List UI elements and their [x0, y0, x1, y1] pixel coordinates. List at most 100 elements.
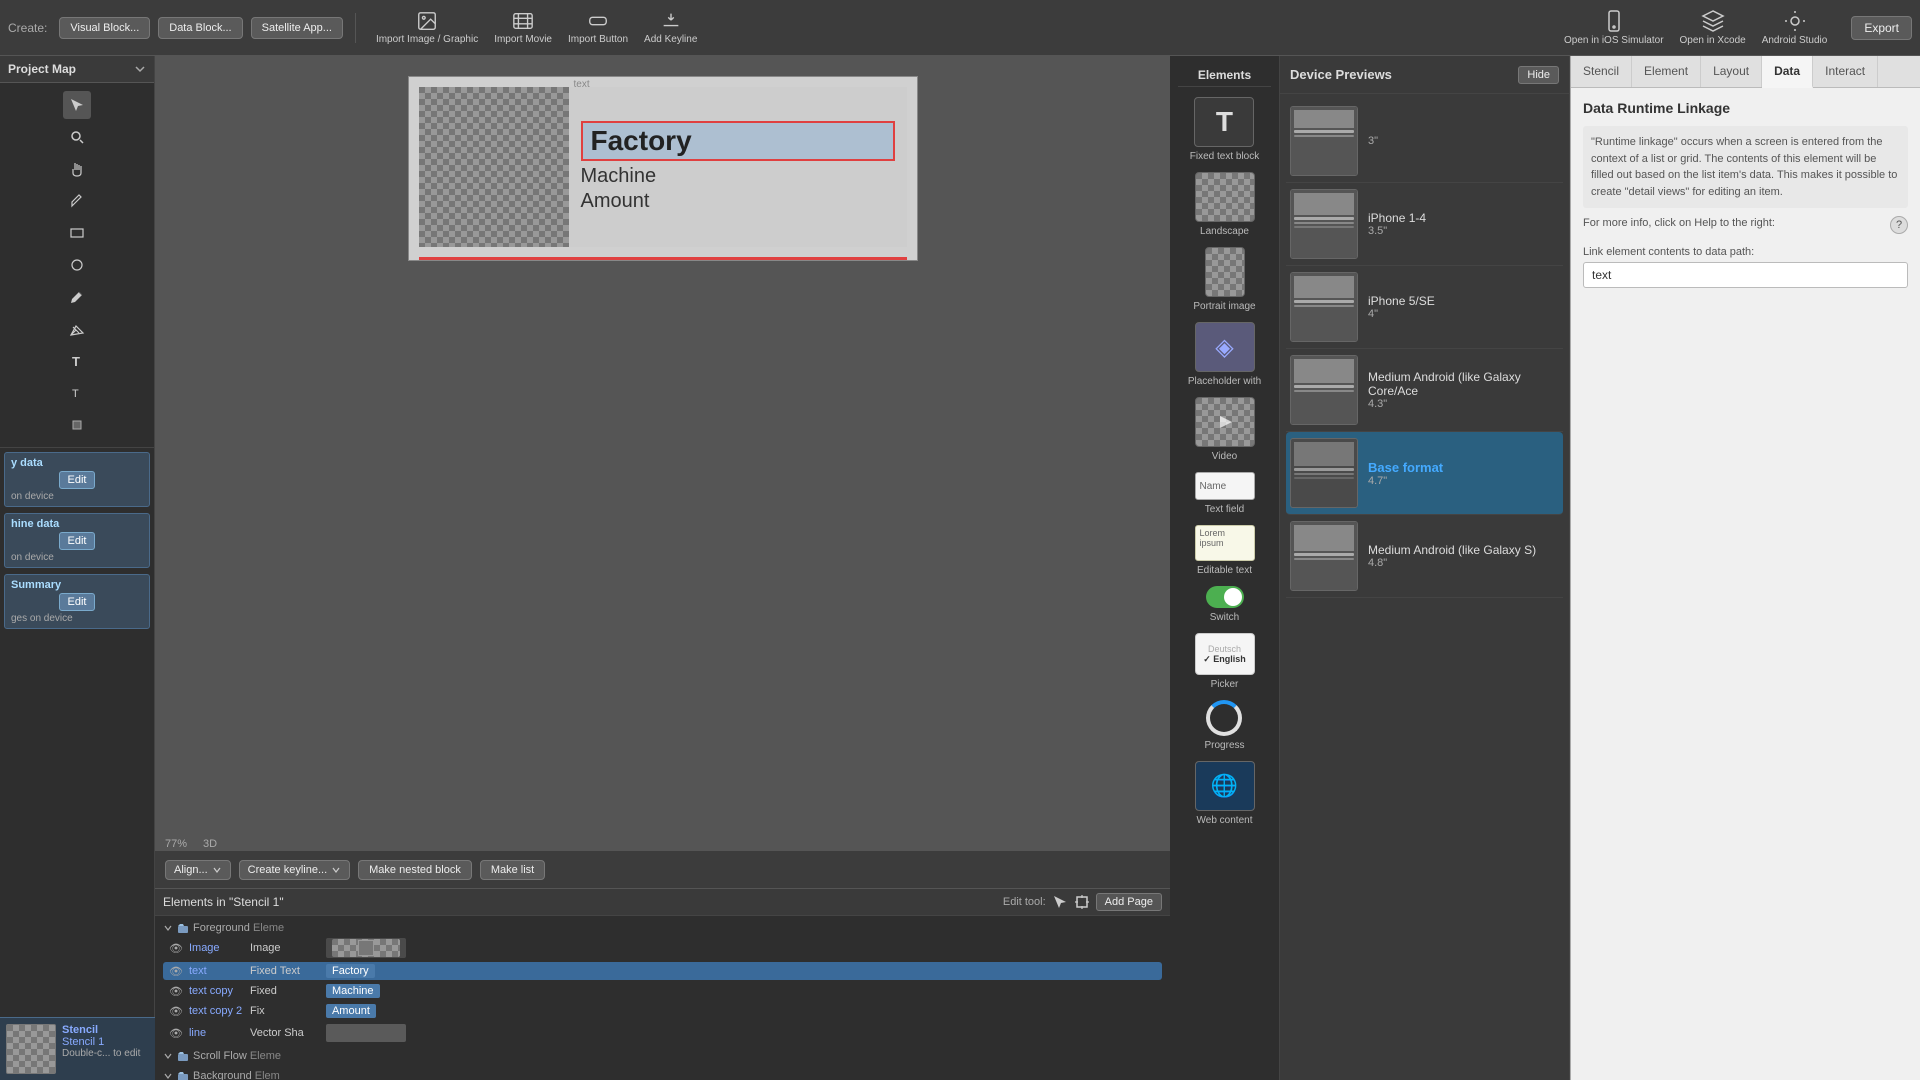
element-editable-text[interactable]: Lorem ipsum Editable text [1195, 525, 1255, 576]
textcopy-name-label: Fixed [250, 985, 320, 997]
picker-label: Picker [1211, 679, 1239, 690]
switch-label: Switch [1210, 612, 1239, 623]
android-studio-btn[interactable]: Android Studio [1762, 9, 1828, 46]
eye-textcopy-icon[interactable]: 👁 [169, 985, 183, 998]
eye-line-icon[interactable]: 👁 [169, 1027, 183, 1040]
right-panel-content: Data Runtime Linkage "Runtime linkage" o… [1571, 88, 1920, 1080]
element-landscape[interactable]: Landscape [1195, 172, 1255, 237]
element-web-content[interactable]: 🌐 Web content [1195, 761, 1255, 826]
element-text-field[interactable]: Name Text field [1195, 472, 1255, 515]
device-item-android43[interactable]: Medium Android (like Galaxy Core/Ace 4.3… [1286, 349, 1563, 432]
device-item-3in[interactable]: 3" [1286, 100, 1563, 183]
square-corner-tool[interactable] [63, 411, 91, 439]
export-btn[interactable]: Export [1851, 16, 1912, 40]
canvas-red-line [419, 257, 907, 260]
element-progress[interactable]: Progress [1204, 700, 1244, 751]
text-small-tool[interactable]: T [63, 379, 91, 407]
elements-in-stencil-label: Elements in "Stencil 1" [163, 895, 284, 909]
tree-row-text[interactable]: 👁 text Fixed Text Factory [163, 962, 1162, 980]
hand-tool[interactable] [63, 155, 91, 183]
project-item-ydata-edit[interactable]: Edit [59, 471, 96, 489]
open-xcode-btn[interactable]: Open in Xcode [1680, 9, 1746, 46]
project-item-hinedata-edit[interactable]: Edit [59, 532, 96, 550]
project-item-ydata-sub: on device [11, 491, 143, 502]
keyline-dropdown[interactable]: Create keyline... [239, 860, 350, 880]
pen-tool[interactable] [63, 187, 91, 215]
project-item-ydata: y data Edit on device [4, 452, 150, 507]
edit-tool-pointer-icon[interactable] [1052, 894, 1068, 910]
editable-text-label: Editable text [1197, 565, 1252, 576]
stencil-thumb [6, 1024, 56, 1074]
picker-preview: Deutsch ✓ English [1195, 633, 1255, 675]
import-button-btn[interactable]: Import Button [568, 10, 628, 45]
tree-row-image[interactable]: 👁 Image Image [163, 936, 1162, 960]
text-t-tool[interactable]: T [63, 347, 91, 375]
rect-tool[interactable] [63, 219, 91, 247]
data-path-input[interactable] [1583, 262, 1908, 288]
tree-group-scroll-header: Scroll Flow Eleme [163, 1048, 1162, 1064]
device-size-android43: 4.3" [1368, 398, 1559, 410]
device-info-android48: Medium Android (like Galaxy S) 4.8" [1368, 543, 1536, 569]
canvas-wrapper: text Factory Machine Amount [155, 56, 1170, 1080]
canvas-image [419, 87, 569, 247]
open-ios-simulator-btn[interactable]: Open in iOS Simulator [1564, 9, 1664, 46]
satellite-app-btn[interactable]: Satellite App... [251, 17, 343, 39]
right-tabs: Stencil Element Layout Data Interact [1571, 56, 1920, 88]
help-btn[interactable]: ? [1890, 216, 1908, 234]
tab-interact[interactable]: Interact [1813, 56, 1878, 87]
circle-tool[interactable] [63, 251, 91, 279]
device-item-iphone68[interactable]: Base format 4.7" [1286, 432, 1563, 515]
elements-strip: Elements T Fixed text block Landscape [1170, 56, 1280, 1080]
keyline-chevron-icon [331, 865, 341, 875]
svg-text:T: T [72, 388, 79, 400]
make-list-btn[interactable]: Make list [480, 860, 545, 880]
device-item-android48[interactable]: Medium Android (like Galaxy S) 4.8" [1286, 515, 1563, 598]
element-placeholder[interactable]: ◈ Placeholder with [1188, 322, 1261, 387]
device-item-iphone14[interactable]: iPhone 1-4 3.5" [1286, 183, 1563, 266]
add-page-btn[interactable]: Add Page [1096, 893, 1162, 911]
eye-textcopy2-icon[interactable]: 👁 [169, 1005, 183, 1018]
eye-text-icon[interactable]: 👁 [169, 965, 183, 978]
import-image-btn[interactable]: Import Image / Graphic [376, 10, 478, 45]
canvas-frame[interactable]: text Factory Machine Amount [408, 76, 918, 261]
project-item-summary-edit[interactable]: Edit [59, 593, 96, 611]
stencil-desc: Double-c... to edit [62, 1048, 149, 1059]
align-dropdown[interactable]: Align... [165, 860, 231, 880]
project-map-label: Project Map [8, 62, 76, 76]
element-switch[interactable]: Switch [1206, 586, 1244, 623]
draw-tool[interactable] [63, 283, 91, 311]
canvas-lower-header: Elements in "Stencil 1" Edit tool: Add P… [155, 889, 1170, 916]
make-nested-btn[interactable]: Make nested block [358, 860, 472, 880]
topbar-right: Open in iOS Simulator Open in Xcode Andr… [1564, 9, 1912, 46]
element-portrait[interactable]: Portrait image [1193, 247, 1255, 312]
tree-row-text-copy[interactable]: 👁 text copy Fixed Machine [163, 982, 1162, 1000]
tree-row-text-copy2[interactable]: 👁 text copy 2 Fix Amount [163, 1002, 1162, 1020]
device-item-iphone5se[interactable]: iPhone 5/SE 4" [1286, 266, 1563, 349]
visual-block-btn[interactable]: Visual Block... [59, 17, 150, 39]
edit-tool-move-icon[interactable] [1074, 894, 1090, 910]
align-chevron-icon [212, 865, 222, 875]
eye-image-icon[interactable]: 👁 [169, 942, 183, 955]
add-keyline-btn[interactable]: Add Keyline [644, 10, 697, 45]
tab-data[interactable]: Data [1762, 56, 1813, 88]
canvas-lower-tools: Edit tool: Add Page [1003, 893, 1162, 911]
open-ios-label: Open in iOS Simulator [1564, 35, 1664, 46]
zoom-tool[interactable] [63, 123, 91, 151]
pointer-tool[interactable] [63, 91, 91, 119]
tab-layout[interactable]: Layout [1701, 56, 1762, 87]
node-tool[interactable] [63, 315, 91, 343]
tab-element[interactable]: Element [1632, 56, 1701, 87]
line-name-label: Vector Sha [250, 1027, 320, 1039]
element-video[interactable]: Video [1195, 397, 1255, 462]
device-thumb-iphone68 [1290, 438, 1358, 508]
import-movie-btn[interactable]: Import Movie [494, 10, 552, 45]
hide-btn[interactable]: Hide [1518, 66, 1559, 84]
data-block-btn[interactable]: Data Block... [158, 17, 242, 39]
foreground-label: Foreground Eleme [193, 922, 284, 934]
right-panel: Stencil Element Layout Data Interact Dat… [1570, 56, 1920, 1080]
scroll-label: Scroll Flow Eleme [193, 1050, 281, 1062]
element-picker[interactable]: Deutsch ✓ English Picker [1195, 633, 1255, 690]
element-fixed-text[interactable]: T Fixed text block [1190, 97, 1259, 162]
tab-stencil[interactable]: Stencil [1571, 56, 1632, 87]
tree-row-line[interactable]: 👁 line Vector Sha [163, 1022, 1162, 1044]
